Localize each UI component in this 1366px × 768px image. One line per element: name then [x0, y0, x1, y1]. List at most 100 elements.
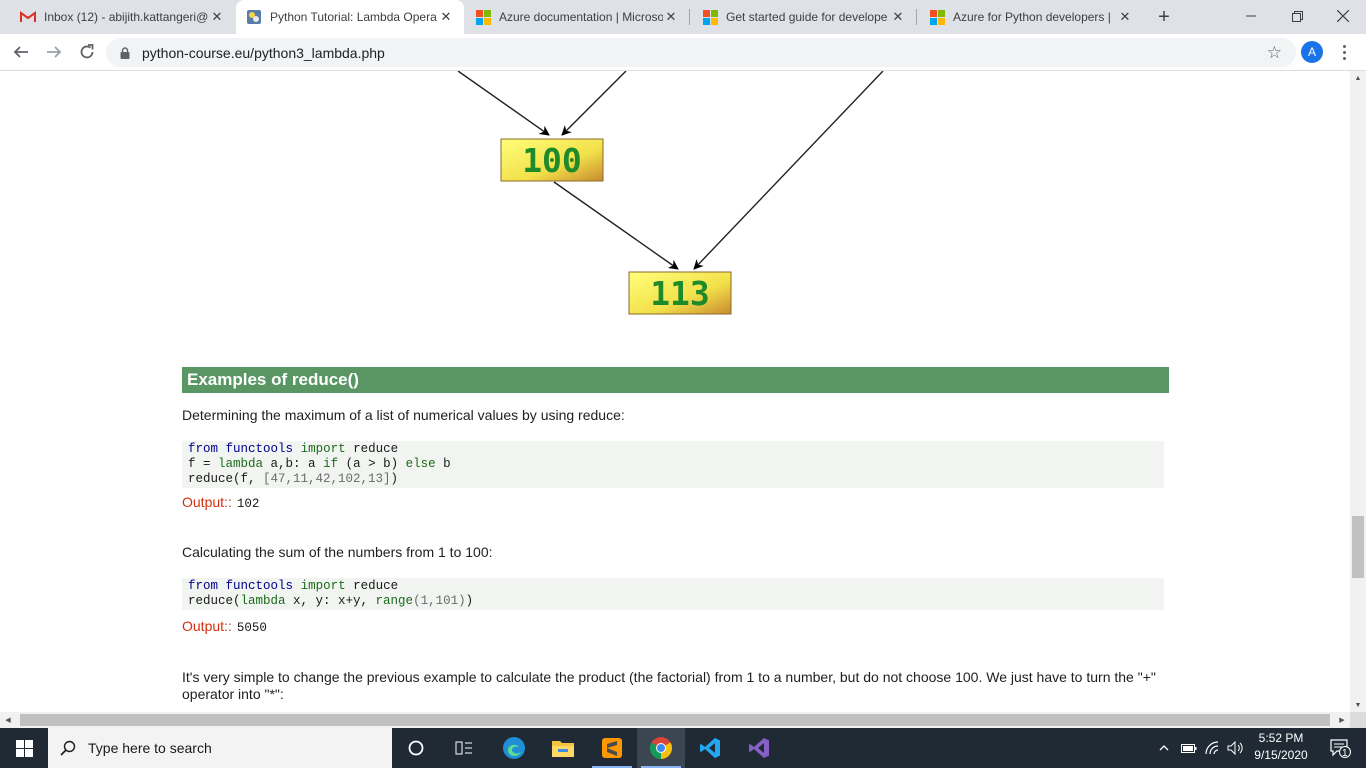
diagram-node-label: 100: [522, 141, 582, 180]
back-button[interactable]: [9, 40, 33, 64]
tab-separator: [916, 9, 917, 25]
sublime-text-icon: [602, 738, 622, 758]
scroll-down-icon[interactable]: ▼: [1350, 698, 1366, 712]
taskbar-chrome[interactable]: [637, 728, 685, 768]
taskbar-vscode[interactable]: [686, 728, 734, 768]
paragraph-max: Determining the maximum of a list of num…: [182, 407, 625, 423]
tab-title: Azure for Python developers |: [953, 10, 1111, 24]
tab-azure-docs[interactable]: Azure documentation | Microso ✕: [465, 0, 689, 34]
profile-avatar[interactable]: A: [1301, 41, 1323, 63]
clock-date: 9/15/2020: [1254, 748, 1308, 762]
volume-control[interactable]: [1226, 728, 1246, 768]
taskbar-edge[interactable]: [490, 728, 538, 768]
battery-status[interactable]: [1180, 728, 1198, 768]
taskbar-visual-studio[interactable]: [735, 728, 783, 768]
search-placeholder: Type here to search: [88, 740, 212, 756]
paragraph-sum: Calculating the sum of the numbers from …: [182, 544, 493, 560]
restore-icon: [1291, 10, 1303, 22]
vscode-icon: [700, 738, 720, 758]
forward-button[interactable]: [42, 40, 66, 64]
system-clock[interactable]: 5:52 PM 9/15/2020: [1244, 730, 1318, 764]
diagram-node-100: 100: [500, 138, 604, 182]
start-button[interactable]: [0, 728, 48, 768]
vertical-scroll-thumb[interactable]: [1352, 516, 1364, 578]
output-value: 102: [236, 497, 260, 511]
close-tab-icon[interactable]: ✕: [890, 9, 906, 25]
scroll-left-icon[interactable]: ◀: [0, 712, 16, 728]
network-status[interactable]: [1204, 728, 1222, 768]
minimize-button[interactable]: [1228, 0, 1274, 32]
code-line: reduce(f, [47,11,42,102,13]): [188, 472, 399, 486]
code-block-max: from functools import reduce f = lambda a…: [182, 441, 1164, 488]
minimize-icon: [1246, 15, 1256, 17]
notification-badge: 1: [1342, 748, 1348, 759]
output-label: Output::: [182, 494, 232, 510]
taskbar-file-explorer[interactable]: [539, 728, 587, 768]
gmail-icon: [20, 9, 36, 25]
output-row: Output:: 102: [182, 494, 1169, 511]
code-block-sum: from functools import reduce reduce(lambd…: [182, 578, 1164, 610]
reload-button[interactable]: [75, 40, 99, 64]
output-row: Output:: 5050: [182, 618, 1169, 635]
close-tab-icon[interactable]: ✕: [1117, 9, 1133, 25]
diagram-edge: [693, 71, 884, 270]
tab-title: Python Tutorial: Lambda Opera: [270, 10, 437, 24]
taskbar-sublime[interactable]: [588, 728, 636, 768]
diagram-edge: [553, 181, 679, 270]
close-icon: [1337, 10, 1349, 22]
edge-icon: [503, 737, 525, 759]
chevron-up-icon: [1159, 745, 1169, 751]
task-view-icon: [455, 741, 472, 755]
windows-taskbar: Type here to search 5:52 PM 9/15/2020 1: [0, 728, 1366, 768]
vertical-scrollbar[interactable]: ▲ ▼: [1350, 71, 1366, 712]
tab-separator: [689, 9, 690, 25]
close-window-button[interactable]: [1320, 0, 1366, 32]
close-tab-icon[interactable]: ✕: [209, 9, 225, 25]
diagram-edge: [457, 71, 550, 136]
tab-title: Inbox (12) - abijith.kattangeri@: [44, 10, 209, 24]
tab-gmail[interactable]: Inbox (12) - abijith.kattangeri@ ✕: [10, 0, 235, 34]
tab-title: Get started guide for develope: [726, 10, 888, 24]
section-heading: Examples of reduce(): [182, 367, 1169, 393]
code-line: f = lambda a,b: a if (a > b) else b: [188, 457, 451, 471]
task-view-button[interactable]: [440, 728, 488, 768]
address-bar[interactable]: python-course.eu/python3_lambda.php ☆: [106, 38, 1296, 67]
browser-toolbar: python-course.eu/python3_lambda.php ☆ A: [0, 34, 1366, 71]
taskbar-search[interactable]: Type here to search: [48, 728, 392, 768]
search-icon: [48, 740, 88, 756]
chrome-icon: [650, 737, 672, 759]
reload-icon: [80, 44, 94, 59]
bookmark-star-icon[interactable]: ☆: [1267, 43, 1282, 63]
browser-menu-icon[interactable]: [1336, 41, 1352, 63]
horizontal-scrollbar[interactable]: ◀ ▶: [0, 712, 1350, 728]
code-line: from functools import reduce: [188, 442, 399, 456]
close-tab-icon[interactable]: ✕: [438, 9, 454, 25]
tab-get-started[interactable]: Get started guide for develope ✕: [692, 0, 916, 34]
article-content: Examples of reduce() Determining the max…: [182, 367, 1169, 703]
code-line: from functools import reduce: [188, 579, 399, 593]
tab-python-lambda[interactable]: Python Tutorial: Lambda Opera ✕: [236, 0, 464, 34]
show-hidden-icons[interactable]: [1156, 728, 1172, 768]
cortana-button[interactable]: [392, 728, 440, 768]
diagram-edge: [561, 71, 627, 136]
battery-icon: [1181, 743, 1197, 753]
new-tab-button[interactable]: +: [1152, 5, 1176, 29]
visual-studio-icon: [749, 738, 769, 758]
reduce-tree-diagram: 100 113: [457, 71, 884, 315]
lock-icon: [120, 46, 130, 64]
scroll-up-icon[interactable]: ▲: [1350, 71, 1366, 85]
diagram-node-label: 113: [650, 274, 710, 313]
speaker-icon: [1227, 741, 1243, 755]
clock-time: 5:52 PM: [1258, 731, 1304, 745]
output-label: Output::: [182, 618, 232, 634]
python-course-icon: [246, 9, 262, 25]
action-center-button[interactable]: 1: [1320, 728, 1360, 768]
tab-title: Azure documentation | Microso: [499, 10, 663, 24]
scroll-right-icon[interactable]: ▶: [1334, 712, 1350, 728]
close-tab-icon[interactable]: ✕: [663, 9, 679, 25]
tab-azure-python[interactable]: Azure for Python developers | ✕: [919, 0, 1143, 34]
microsoft-icon: [475, 9, 491, 25]
back-arrow-icon: [13, 46, 28, 58]
horizontal-scroll-thumb[interactable]: [20, 714, 1330, 726]
restore-button[interactable]: [1274, 0, 1320, 32]
